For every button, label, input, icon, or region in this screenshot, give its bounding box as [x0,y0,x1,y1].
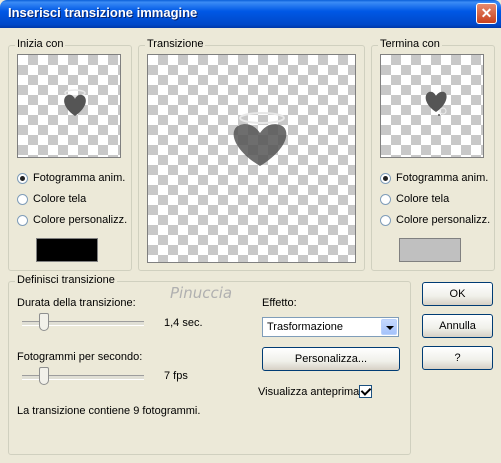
check-icon [360,385,372,396]
effect-selected-value: Trasformazione [267,321,344,333]
end-radio-label: Colore tela [396,193,450,205]
ok-button-label: OK [449,288,466,300]
start-custom-color-swatch[interactable] [36,238,98,262]
fps-label: Fotogrammi per secondo: [17,351,143,363]
transition-group: Transizione [138,38,365,271]
effect-label: Effetto: [262,297,297,309]
transition-preview [147,54,356,263]
heart-icon [64,89,86,116]
start-radio-label: Colore tela [33,193,87,205]
duration-value: 1,4 sec. [164,317,203,329]
duration-label: Durata della transizione: [17,297,136,309]
start-radio-dot [17,215,28,226]
close-button[interactable]: ✕ [476,3,497,24]
end-radio-dot [380,194,391,205]
fps-slider[interactable] [22,367,144,387]
duration-slider-thumb[interactable] [39,313,49,331]
define-group-legend: Definisci transizione [15,274,117,286]
cancel-button-label: Annulla [439,320,476,332]
heart-icon [425,91,447,116]
help-button-label: ? [454,352,461,364]
window-title: Inserisci transizione immagine [8,5,198,20]
start-group: Inizia con Fotogramma anim. Colore tela … [8,38,132,271]
start-radio-dot [17,194,28,205]
end-frame-preview [380,54,484,158]
watermark-text: Pinuccia [170,284,233,302]
help-button[interactable]: ? [422,346,493,370]
end-custom-color-swatch[interactable] [399,238,461,262]
start-group-legend: Inizia con [15,38,66,50]
customize-button-label: Personalizza... [294,353,368,365]
close-icon: ✕ [480,5,493,21]
effect-dropdown[interactable]: Trasformazione [262,317,399,337]
end-radio-label: Colore personalizz. [396,214,491,226]
preview-label: Visualizza anteprima [258,386,360,398]
cancel-button[interactable]: Annulla [422,314,493,338]
duration-slider[interactable] [22,313,144,333]
start-radio-dot [17,173,28,184]
start-radio-label: Fotogramma anim. [33,172,126,184]
ok-button[interactable]: OK [422,282,493,306]
end-radio-dot [380,173,391,184]
start-frame-preview [17,54,121,158]
transition-group-legend: Transizione [145,38,206,50]
frame-count-info: La transizione contiene 9 fotogrammi. [17,405,201,417]
end-radio-dot [380,215,391,226]
end-radio-label: Fotogramma anim. [396,172,489,184]
start-radio-label: Colore personalizz. [33,214,128,226]
heart-icon [233,112,287,166]
preview-checkbox[interactable] [359,385,372,398]
end-group-legend: Termina con [378,38,442,50]
chevron-down-icon[interactable] [381,319,397,335]
fps-slider-thumb[interactable] [39,367,49,385]
title-bar: Inserisci transizione immagine ✕ [0,0,501,28]
end-group: Termina con Fotogramma anim. Colore tela… [371,38,495,271]
customize-button[interactable]: Personalizza... [262,347,400,371]
fps-value: 7 fps [164,370,188,382]
